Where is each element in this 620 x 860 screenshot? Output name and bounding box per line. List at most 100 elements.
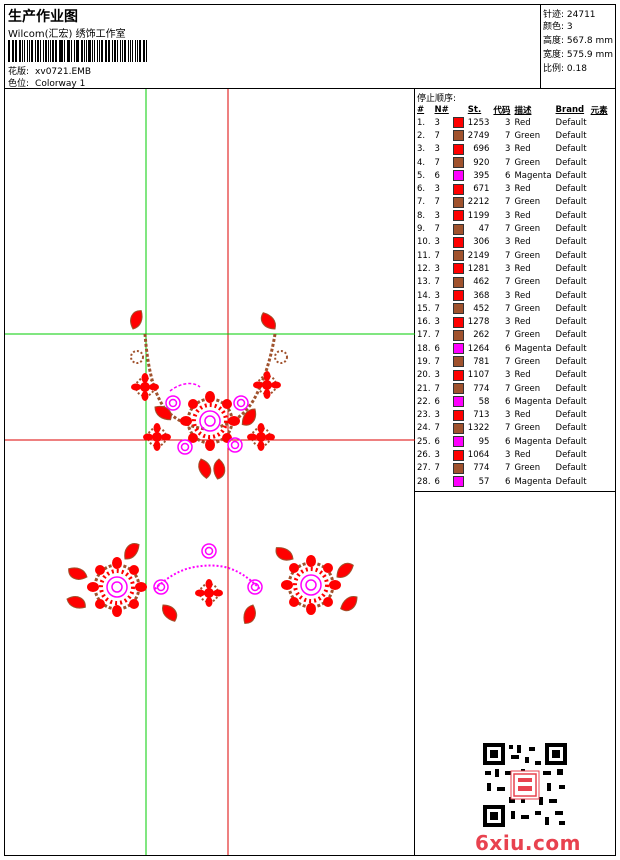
cell-stitches: 452 [473,303,490,314]
color-swatch [452,476,464,488]
color-swatch [452,143,464,155]
cell-index: 23. [417,410,431,421]
cell-swatch [451,196,466,209]
cell-swatch [451,236,466,249]
cell-needle: 6 [434,436,440,447]
color-swatch [452,303,464,315]
cell-needle: 7 [434,423,440,434]
cell-code: 3 [505,237,511,248]
cell-needle: 7 [434,463,440,474]
table-row: 14. 3 368 3 Red Default [415,289,610,302]
cell-needle: 3 [434,370,440,381]
cell-desc: Green [514,383,541,394]
cell-needle: 3 [434,410,440,421]
cell-swatch [451,475,466,488]
cell-index: 12. [417,263,431,274]
cell-needle: 6 [434,476,440,487]
cell-index: 24. [417,423,431,434]
col-swatch-header [451,103,466,116]
embroidery-preview [5,89,415,855]
production-sheet: 生产作业图 Wilcom(汇宏) 绣饰工作室 花版: xv0721.EMB 色位:… [4,4,616,856]
table-row: 16. 3 1278 3 Red Default [415,315,610,328]
color-swatch [452,356,464,368]
cell-stitches: 774 [473,463,490,474]
cell-stitches: 368 [473,290,490,301]
cell-brand: Default [555,343,587,354]
table-row: 25. 6 95 6 Magenta Default [415,435,610,448]
cell-code: 7 [505,157,511,168]
cell-element [589,315,610,328]
cell-swatch [451,355,466,368]
cell-stitches: 713 [473,410,490,421]
cell-element [589,289,610,302]
cell-index: 5. [417,170,426,181]
cell-stitches: 2149 [467,250,490,261]
barcode [8,40,148,62]
cell-brand: Default [555,277,587,288]
cell-desc: Green [514,130,541,141]
cell-index: 1. [417,117,426,128]
cell-stitches: 1278 [467,317,490,328]
cell-stitches: 95 [478,436,490,447]
color-swatch [452,343,464,355]
color-swatch [452,409,464,421]
cell-needle: 3 [434,237,440,248]
cell-brand: Default [555,317,587,328]
cell-stitches: 262 [473,330,490,341]
table-row: 26. 3 1064 3 Red Default [415,448,610,461]
cell-code: 7 [505,250,511,261]
cell-swatch [451,342,466,355]
cell-stitches: 462 [473,277,490,288]
cell-code: 7 [505,463,511,474]
table-row: 11. 7 2149 7 Green Default [415,249,610,262]
cell-index: 21. [417,383,431,394]
cell-brand: Default [555,356,587,367]
cell-brand: Default [555,396,587,407]
cell-element [589,462,610,475]
table-row: 4. 7 920 7 Green Default [415,156,610,169]
table-row: 3. 3 696 3 Red Default [415,143,610,156]
cell-desc: Green [514,197,541,208]
cell-desc: Magenta [514,476,552,487]
cell-element [589,382,610,395]
cell-element [589,129,610,142]
cell-element [589,116,610,129]
cell-desc: Red [514,144,531,155]
table-row: 7. 7 2212 7 Green Default [415,196,610,209]
cell-stitches: 2212 [467,197,490,208]
cell-needle: 3 [434,290,440,301]
color-count: 颜色: 3 [543,22,573,32]
cell-brand: Default [555,144,587,155]
cell-element [589,169,610,182]
cell-index: 18. [417,343,431,354]
cell-index: 11. [417,250,431,261]
cell-brand: Default [555,476,587,487]
cell-index: 19. [417,356,431,367]
cell-brand: Default [555,117,587,128]
table-row: 20. 3 1107 3 Red Default [415,369,610,382]
table-row: 9. 7 47 7 Green Default [415,222,610,235]
cell-desc: Green [514,277,541,288]
cell-swatch [451,422,466,435]
table-row: 2. 7 2749 7 Green Default [415,129,610,142]
cell-brand: Default [555,210,587,221]
table-row: 13. 7 462 7 Green Default [415,276,610,289]
colorway-value: Colorway 1 [35,79,86,89]
stats-panel: 针迹: 24711 颜色: 3 高度: 567.8 mm 宽度: 575.9 m… [541,5,615,89]
cell-code: 3 [505,184,511,195]
cell-needle: 6 [434,170,440,181]
colorway-label: 色位: [8,79,30,89]
color-swatch [452,329,464,341]
cell-desc: Red [514,317,531,328]
cell-swatch [451,156,466,169]
table-row: 10. 3 306 3 Red Default [415,236,610,249]
cell-element [589,342,610,355]
col-desc-header: 描述 [514,105,532,116]
cell-desc: Red [514,237,531,248]
cell-needle: 6 [434,343,440,354]
cell-code: 3 [505,144,511,155]
table-row: 8. 3 1199 3 Red Default [415,209,610,222]
table-row: 18. 6 1264 6 Magenta Default [415,342,610,355]
cell-needle: 7 [434,303,440,314]
cell-stitches: 671 [473,184,490,195]
